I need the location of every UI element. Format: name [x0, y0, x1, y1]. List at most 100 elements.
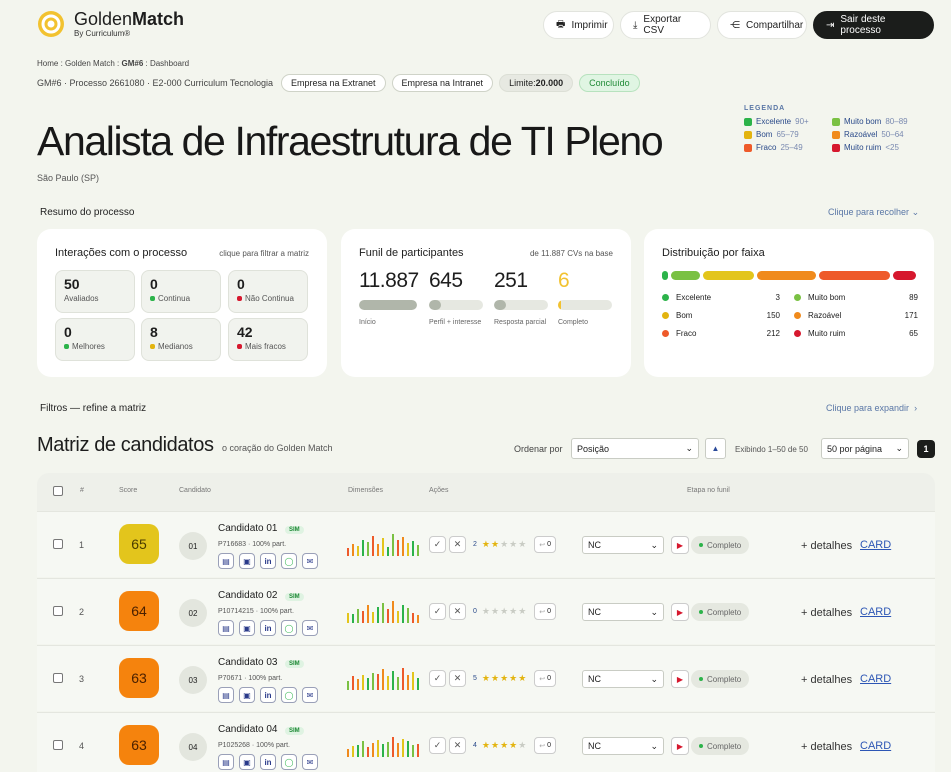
row-checkbox[interactable] — [53, 740, 63, 750]
email-icon[interactable]: ✉ — [302, 553, 318, 569]
star-icon[interactable]: ★ — [518, 539, 527, 549]
approve-icon[interactable]: ✓ — [429, 603, 446, 620]
card-link[interactable]: CARD — [860, 740, 891, 752]
star-rating[interactable]: ★★★★★ — [482, 539, 527, 550]
linkedin-icon[interactable]: in — [260, 620, 276, 636]
whatsapp-icon[interactable]: ◯ — [281, 687, 297, 703]
collapse-summary-link[interactable]: Clique para recolher ⌄ — [828, 207, 919, 218]
star-icon[interactable]: ★ — [518, 606, 527, 616]
star-icon[interactable]: ★ — [500, 673, 509, 683]
star-icon[interactable]: ★ — [509, 606, 518, 616]
row-checkbox[interactable] — [53, 673, 63, 683]
table-row[interactable]: 1 65 01 Candidato 01 SIM P716683 · 100% … — [37, 511, 935, 577]
interactions-hint[interactable]: clique para filtrar a matriz — [219, 249, 309, 258]
details-link[interactable]: + detalhes — [801, 674, 852, 686]
approve-icon[interactable]: ✓ — [429, 536, 446, 553]
table-row[interactable]: 4 63 04 Candidato 04 SIM P1025268 · 100%… — [37, 712, 935, 772]
star-icon[interactable]: ★ — [491, 673, 500, 683]
play-button[interactable]: ▶ — [671, 536, 689, 554]
interaction-filter-box[interactable]: 8 Medianos — [141, 318, 221, 361]
col-score[interactable]: Score — [119, 487, 137, 494]
linkedin-icon[interactable]: in — [260, 754, 276, 770]
reject-icon[interactable]: ✕ — [449, 737, 466, 754]
star-rating[interactable]: ★★★★★ — [482, 606, 527, 617]
play-button[interactable]: ▶ — [671, 603, 689, 621]
table-row[interactable]: 2 64 02 Candidato 02 SIM P10714215 · 100… — [37, 578, 935, 644]
reject-icon[interactable]: ✕ — [449, 603, 466, 620]
interaction-filter-box[interactable]: 0 Não Continua — [228, 270, 308, 313]
star-icon[interactable]: ★ — [509, 539, 518, 549]
resume-icon[interactable]: ▤ — [218, 620, 234, 636]
star-icon[interactable]: ★ — [518, 740, 527, 750]
star-rating[interactable]: ★★★★★ — [482, 740, 527, 751]
linkedin-icon[interactable]: in — [260, 553, 276, 569]
email-icon[interactable]: ✉ — [302, 754, 318, 770]
clipboard-icon[interactable]: ▣ — [239, 687, 255, 703]
share-button[interactable]: ⋲ Compartilhar — [717, 11, 807, 39]
sort-direction-button[interactable]: ▲ — [705, 438, 726, 459]
star-icon[interactable]: ★ — [500, 606, 509, 616]
star-icon[interactable]: ★ — [509, 740, 518, 750]
decision-select[interactable]: NC ⌄ — [582, 603, 664, 621]
extranet-pill[interactable]: Empresa na Extranet — [280, 74, 386, 92]
reply-button[interactable]: ↩ 0 — [534, 670, 557, 687]
candidate-name[interactable]: Candidato 04 — [218, 724, 278, 735]
reply-button[interactable]: ↩ 0 — [534, 603, 557, 620]
star-icon[interactable]: ★ — [491, 606, 500, 616]
email-icon[interactable]: ✉ — [302, 687, 318, 703]
star-icon[interactable]: ★ — [482, 740, 491, 750]
col-candidate[interactable]: Candidato — [179, 487, 211, 494]
expand-filters-link[interactable]: Clique para expandir › — [826, 403, 917, 413]
star-icon[interactable]: ★ — [509, 673, 518, 683]
order-select[interactable]: Posição ⌄ — [571, 438, 699, 459]
whatsapp-icon[interactable]: ◯ — [281, 553, 297, 569]
details-link[interactable]: + detalhes — [801, 540, 852, 552]
row-checkbox[interactable] — [53, 606, 63, 616]
intranet-pill[interactable]: Empresa na Intranet — [391, 74, 494, 92]
interaction-filter-box[interactable]: 0 Melhores — [55, 318, 135, 361]
brand-logo[interactable]: GoldenMatch By Curriculum® — [37, 10, 197, 40]
star-icon[interactable]: ★ — [482, 673, 491, 683]
card-link[interactable]: CARD — [860, 539, 891, 551]
card-link[interactable]: CARD — [860, 673, 891, 685]
decision-select[interactable]: NC ⌄ — [582, 737, 664, 755]
interaction-filter-box[interactable]: 50 Avaliados — [55, 270, 135, 313]
candidate-name[interactable]: Candidato 01 — [218, 523, 278, 534]
card-link[interactable]: CARD — [860, 606, 891, 618]
resume-icon[interactable]: ▤ — [218, 754, 234, 770]
page-1-button[interactable]: 1 — [917, 440, 935, 458]
whatsapp-icon[interactable]: ◯ — [281, 754, 297, 770]
details-link[interactable]: + detalhes — [801, 741, 852, 753]
star-icon[interactable]: ★ — [482, 606, 491, 616]
resume-icon[interactable]: ▤ — [218, 553, 234, 569]
email-icon[interactable]: ✉ — [302, 620, 318, 636]
play-button[interactable]: ▶ — [671, 737, 689, 755]
play-button[interactable]: ▶ — [671, 670, 689, 688]
star-icon[interactable]: ★ — [500, 539, 509, 549]
export-csv-button[interactable]: ⤓ Exportar CSV — [620, 11, 711, 39]
star-icon[interactable]: ★ — [500, 740, 509, 750]
approve-icon[interactable]: ✓ — [429, 737, 446, 754]
clipboard-icon[interactable]: ▣ — [239, 553, 255, 569]
star-icon[interactable]: ★ — [491, 740, 500, 750]
table-row[interactable]: 3 63 03 Candidato 03 SIM P70671 · 100% p… — [37, 645, 935, 711]
reply-button[interactable]: ↩ 0 — [534, 737, 557, 754]
approve-icon[interactable]: ✓ — [429, 670, 446, 687]
reject-icon[interactable]: ✕ — [449, 670, 466, 687]
candidate-name[interactable]: Candidato 02 — [218, 590, 278, 601]
details-link[interactable]: + detalhes — [801, 607, 852, 619]
star-icon[interactable]: ★ — [482, 539, 491, 549]
per-page-select[interactable]: 50 por página ⌄ — [821, 438, 909, 459]
clipboard-icon[interactable]: ▣ — [239, 620, 255, 636]
star-icon[interactable]: ★ — [491, 539, 500, 549]
reply-button[interactable]: ↩ 0 — [534, 536, 557, 553]
star-icon[interactable]: ★ — [518, 673, 527, 683]
linkedin-icon[interactable]: in — [260, 687, 276, 703]
row-checkbox[interactable] — [53, 539, 63, 549]
decision-select[interactable]: NC ⌄ — [582, 536, 664, 554]
exit-process-button[interactable]: ⇥ Sair deste processo — [813, 11, 934, 39]
reject-icon[interactable]: ✕ — [449, 536, 466, 553]
star-rating[interactable]: ★★★★★ — [482, 673, 527, 684]
interaction-filter-box[interactable]: 42 Mais fracos — [228, 318, 308, 361]
select-all-checkbox[interactable] — [53, 486, 63, 496]
